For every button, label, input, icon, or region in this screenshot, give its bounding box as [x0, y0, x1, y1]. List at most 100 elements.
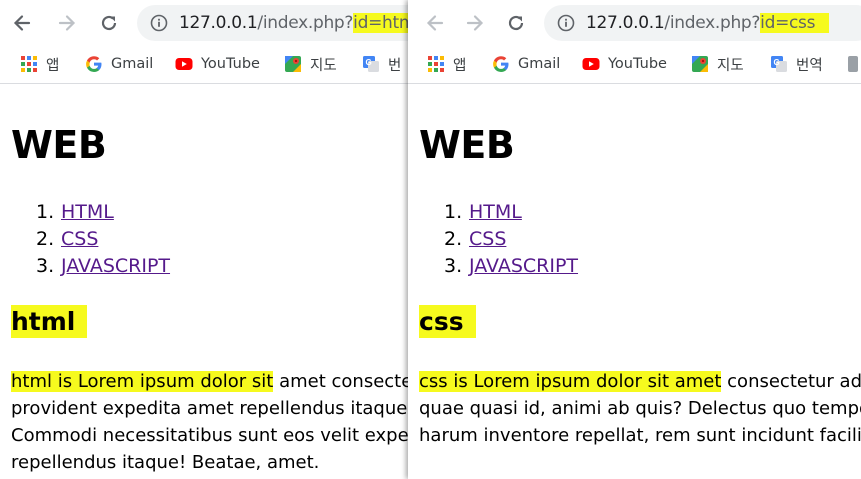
maps-icon	[692, 56, 708, 72]
bookmark-maps[interactable]: 지도	[691, 53, 744, 75]
bookmark-label: 지도	[310, 57, 337, 74]
highlighted-text: css is Lorem ipsum dolor sit amet	[419, 371, 722, 392]
section-heading: html	[11, 305, 88, 338]
page-content: WEB 1. HTML 2. CSS 3. JAVASCRIPT css css is…	[408, 85, 861, 479]
browser-toolbar: 127.0.0.1/index.php?id=html	[0, 0, 408, 46]
bookmarks-bar: 앱 Gmail YouTube 지도 G 번역	[408, 46, 861, 84]
bookmark-translate[interactable]: G 번역	[770, 53, 823, 75]
bookmarks-bar: 앱 Gmail YouTube 지도 G 번	[0, 46, 408, 84]
section-heading: css	[419, 305, 476, 338]
browser-window-right: 127.0.0.1/index.php?id=css 앱 Gmail YouTu…	[408, 0, 861, 479]
bookmark-label: Gmail	[111, 56, 154, 72]
paragraph-line: css is Lorem ipsum dolor sit amet consec…	[419, 368, 861, 395]
arrow-right-icon	[466, 15, 484, 31]
bookmark-apps[interactable]: 앱	[20, 53, 59, 75]
nav-item-javascript: 3. JAVASCRIPT	[444, 253, 578, 280]
paragraph-line: harum inventore repellat, rem sunt incid…	[419, 425, 861, 446]
nav-link-css[interactable]: CSS	[469, 228, 506, 250]
bookmark-gmail[interactable]: Gmail	[85, 53, 153, 75]
list-number: 3.	[36, 255, 55, 277]
nav-link-css[interactable]: CSS	[61, 228, 98, 250]
maps-icon	[285, 56, 301, 72]
nav-item-css: 2. CSS	[36, 226, 170, 253]
paragraph-line: quae quasi id, animi ab quis? Delectus q…	[419, 398, 861, 419]
paragraph-line: repellendus itaque! Beatae, amet.	[11, 452, 320, 473]
url-text[interactable]: 127.0.0.1/index.php?id=css	[586, 13, 830, 33]
description-paragraph: css is Lorem ipsum dolor sit amet consec…	[419, 368, 861, 449]
google-icon	[86, 56, 102, 72]
highlighted-text: html is Lorem ipsum dolor sit	[11, 371, 274, 392]
bookmark-youtube[interactable]: YouTube	[582, 53, 667, 75]
info-icon[interactable]	[557, 14, 575, 32]
translate-icon: G	[363, 56, 379, 72]
youtube-icon	[582, 58, 600, 70]
paragraph-text: amet consectetur adipisicing elit.	[279, 371, 408, 392]
bookmark-label: 지도	[717, 57, 744, 74]
section-heading-text: html	[11, 305, 88, 338]
bookmark-maps[interactable]: 지도	[284, 53, 337, 75]
page-title: WEB	[11, 123, 107, 167]
forward-button[interactable]	[461, 9, 489, 37]
nav-link-html[interactable]: HTML	[61, 201, 114, 223]
list-number: 1.	[444, 201, 463, 223]
list-number: 1.	[36, 201, 55, 223]
arrow-right-icon	[58, 15, 76, 31]
address-bar[interactable]: 127.0.0.1/index.php?id=html	[137, 5, 408, 41]
nav-link-javascript[interactable]: JAVASCRIPT	[61, 255, 170, 277]
reload-button[interactable]	[502, 9, 530, 37]
bookmark-gmail[interactable]: Gmail	[492, 53, 560, 75]
nav-link-javascript[interactable]: JAVASCRIPT	[469, 255, 578, 277]
bookmark-label: YouTube	[608, 56, 667, 72]
bookmarks-overflow[interactable]	[848, 53, 858, 75]
bookmark-label: 번역	[796, 57, 823, 74]
apps-grid-icon	[21, 56, 37, 72]
browser-window-left: 127.0.0.1/index.php?id=html 앱 Gmail YouT…	[0, 0, 408, 479]
bookmark-label: 번	[388, 57, 402, 74]
page-title: WEB	[419, 123, 515, 167]
bookmark-label: 앱	[46, 57, 60, 74]
url-host: 127.0.0.1	[179, 13, 258, 33]
bookmark-youtube[interactable]: YouTube	[175, 53, 260, 75]
back-button[interactable]	[8, 9, 36, 37]
svg-text:G: G	[774, 58, 780, 67]
apps-grid-icon	[428, 56, 444, 72]
youtube-icon	[175, 58, 193, 70]
bookmark-translate[interactable]: G 번	[362, 53, 401, 75]
list-number: 2.	[444, 228, 463, 250]
forward-button[interactable]	[53, 9, 81, 37]
nav-item-javascript: 3. JAVASCRIPT	[36, 253, 170, 280]
paragraph-line: html is Lorem ipsum dolor sit amet conse…	[11, 368, 408, 395]
paragraph-line: provident expedita amet repellendus itaq…	[11, 398, 408, 419]
nav-item-html: 1. HTML	[444, 199, 578, 226]
reload-icon	[508, 15, 524, 31]
url-host: 127.0.0.1	[586, 13, 665, 33]
reload-icon	[101, 15, 117, 31]
reload-button[interactable]	[95, 9, 123, 37]
url-query-highlight: id=css	[760, 13, 830, 33]
url-path: /index.php?	[664, 13, 761, 33]
url-text[interactable]: 127.0.0.1/index.php?id=html	[179, 13, 408, 33]
info-icon[interactable]	[150, 14, 168, 32]
paragraph-line: Commodi necessitatibus sunt eos velit ex…	[11, 425, 408, 446]
arrow-left-icon	[426, 15, 444, 31]
url-query-highlight: id=html	[353, 13, 408, 33]
bookmark-label: YouTube	[201, 56, 260, 72]
back-button[interactable]	[421, 9, 449, 37]
bookmark-label: 앱	[453, 57, 467, 74]
list-number: 2.	[36, 228, 55, 250]
bookmark-label: Gmail	[518, 56, 561, 72]
topic-nav-list: 1. HTML 2. CSS 3. JAVASCRIPT	[444, 199, 578, 280]
address-bar[interactable]: 127.0.0.1/index.php?id=css	[544, 5, 861, 41]
nav-item-html: 1. HTML	[36, 199, 170, 226]
translate-icon: G	[771, 56, 787, 72]
nav-item-css: 2. CSS	[444, 226, 578, 253]
description-paragraph: html is Lorem ipsum dolor sit amet conse…	[11, 368, 408, 476]
overflow-icon	[848, 56, 858, 72]
topic-nav-list: 1. HTML 2. CSS 3. JAVASCRIPT	[36, 199, 170, 280]
google-icon	[493, 56, 509, 72]
paragraph-text: consectetur adipisicing	[727, 371, 861, 392]
page-content: WEB 1. HTML 2. CSS 3. JAVASCRIPT html html …	[0, 85, 408, 479]
bookmark-apps[interactable]: 앱	[427, 53, 466, 75]
list-number: 3.	[444, 255, 463, 277]
nav-link-html[interactable]: HTML	[469, 201, 522, 223]
